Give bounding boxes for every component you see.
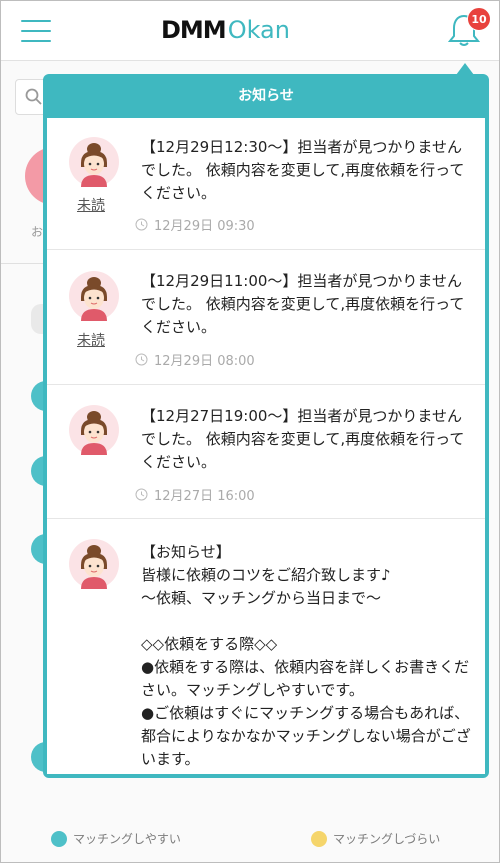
- search-icon: [25, 88, 42, 105]
- legend-easy: マッチングしやすい: [51, 830, 181, 847]
- app-header: DMM Okan 10: [1, 1, 499, 61]
- notification-message: 【12月29日12:30〜】担当者が見つかりませんでした。 依頼内容を変更して,…: [141, 138, 465, 202]
- legend-swatch: [311, 830, 327, 847]
- logo-dmm-text: DMM: [161, 16, 227, 44]
- logo-okan-text: Okan: [227, 16, 290, 44]
- notification-popup: お知らせ 未読 【12月29日12:30〜】担当者が見つかりませんでした。 依頼…: [43, 74, 489, 778]
- background-label: お: [31, 225, 44, 239]
- announcement-message: 【お知らせ】 皆様に依頼のコツをご紹介致します♪ 〜依頼、マッチングから当日まで…: [141, 543, 471, 774]
- notification-time-text: 12月29日 09:30: [154, 219, 255, 234]
- clock-icon: [135, 218, 148, 231]
- popup-title: お知らせ: [238, 88, 294, 104]
- unread-label: 未読: [77, 198, 105, 214]
- notification-item[interactable]: 未読 【12月29日12:30〜】担当者が見つかりませんでした。 依頼内容を変更…: [47, 118, 485, 250]
- notification-item[interactable]: 【12月27日19:00〜】担当者が見つかりませんでした。 依頼内容を変更して,…: [47, 385, 485, 519]
- legend-label: マッチングしづらい: [333, 832, 441, 846]
- notification-time-text: 12月29日 08:00: [154, 354, 255, 369]
- staff-avatar-icon: [69, 405, 119, 455]
- clock-icon: [135, 488, 148, 501]
- unread-label: 未読: [77, 333, 105, 349]
- notification-time: 12月29日 08:00: [135, 350, 255, 369]
- announcement-item[interactable]: 【お知らせ】 皆様に依頼のコツをご紹介致します♪ 〜依頼、マッチングから当日まで…: [47, 519, 485, 774]
- notification-count-badge: 10: [467, 7, 491, 31]
- clock-icon: [135, 353, 148, 366]
- staff-avatar-icon: [69, 137, 119, 187]
- notification-time: 12月29日 09:30: [135, 215, 255, 234]
- notification-list[interactable]: 未読 【12月29日12:30〜】担当者が見つかりませんでした。 依頼内容を変更…: [47, 118, 485, 774]
- notification-time: 12月27日 16:00: [135, 485, 255, 504]
- legend-hard: マッチングしづらい: [311, 830, 440, 847]
- hamburger-menu-icon[interactable]: [21, 20, 51, 42]
- notification-message: 【12月27日19:00〜】担当者が見つかりませんでした。 依頼内容を変更して,…: [141, 407, 465, 471]
- notification-message: 【12月29日11:00〜】担当者が見つかりませんでした。 依頼内容を変更して,…: [141, 272, 465, 336]
- app-logo[interactable]: DMM Okan: [161, 15, 290, 45]
- background-divider: [1, 263, 46, 264]
- staff-avatar-icon: [69, 539, 119, 589]
- app-frame: DMM Okan 10 お マッチングしやすい マッチングしづらい お知らせ 未…: [0, 0, 500, 863]
- legend-swatch: [51, 830, 67, 847]
- notification-item[interactable]: 未読 【12月29日11:00〜】担当者が見つかりませんでした。 依頼内容を変更…: [47, 250, 485, 385]
- legend-label: マッチングしやすい: [73, 832, 181, 846]
- notification-time-text: 12月27日 16:00: [154, 489, 255, 504]
- staff-avatar-icon: [69, 271, 119, 321]
